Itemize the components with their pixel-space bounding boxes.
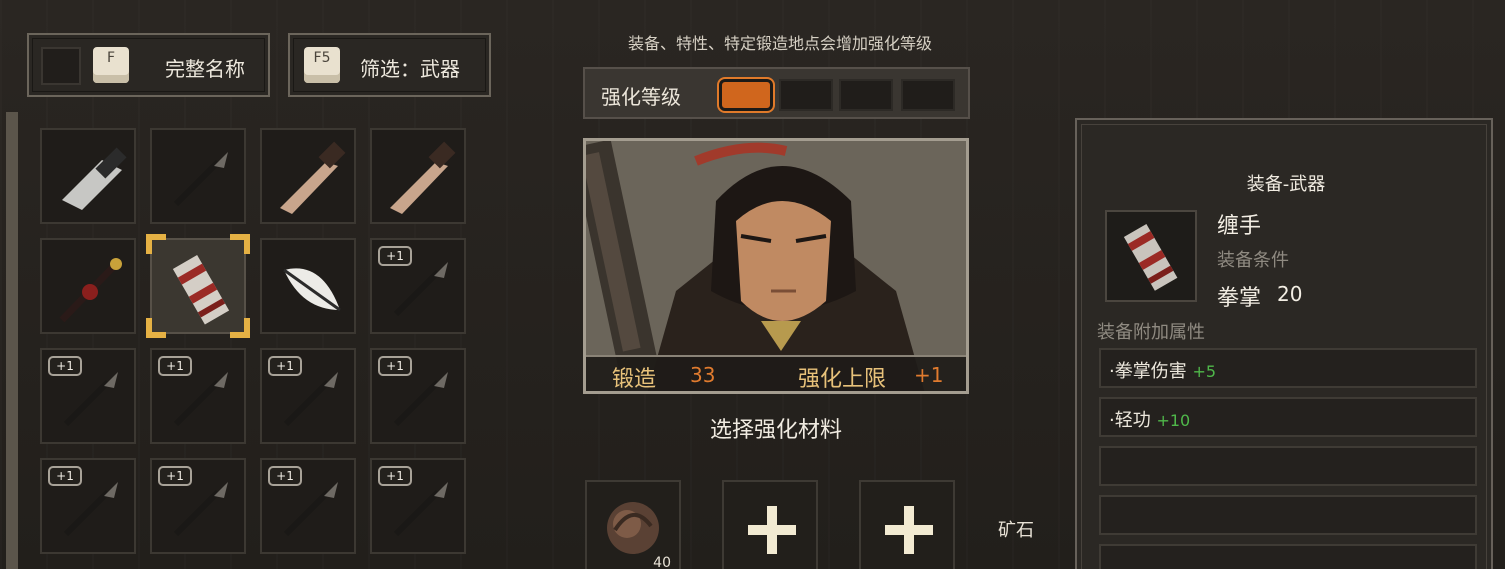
attribute-value: +5 <box>1192 362 1217 381</box>
full-name-toggle-button[interactable]: F 完整名称 <box>27 33 270 97</box>
enhance-badge: +1 <box>378 356 412 376</box>
dagger-icon <box>173 152 228 207</box>
material-slot[interactable]: 40 <box>585 480 681 569</box>
attribute-row: ·拳掌伤害 +5 <box>1099 348 1477 388</box>
key-f-icon: F <box>93 47 129 83</box>
enhance-badge: +1 <box>158 466 192 486</box>
inventory-slot[interactable] <box>146 234 250 338</box>
inventory-slot[interactable] <box>150 128 246 224</box>
forge-stats-bar: 锻造 33 强化上限 +1 <box>586 355 966 391</box>
selection-corner <box>146 234 166 254</box>
inventory-slot[interactable] <box>40 238 136 334</box>
inventory-slot[interactable] <box>370 128 466 224</box>
character-portrait: 锻造 33 强化上限 +1 <box>583 138 969 394</box>
attribute-name: ·轻功 <box>1109 410 1151 431</box>
filter-button[interactable]: F5 筛选：武器 <box>288 33 491 97</box>
level-pip <box>839 79 893 111</box>
level-pip <box>719 79 773 111</box>
level-pip <box>779 79 833 111</box>
filter-label: 筛选：武器 <box>360 57 460 81</box>
inventory-slot[interactable] <box>40 128 136 224</box>
wooden-sword-icon <box>280 141 346 214</box>
attribute-row-empty <box>1099 544 1477 569</box>
attribute-row-empty <box>1099 495 1477 535</box>
attribute-row: ·轻功 +10 <box>1099 397 1477 437</box>
inventory-slot[interactable]: +1 <box>40 348 136 444</box>
select-material-label: 选择强化材料 <box>709 418 842 443</box>
plus-icon <box>748 506 796 554</box>
inventory-slot[interactable]: +1 <box>370 348 466 444</box>
enhance-badge: +1 <box>378 466 412 486</box>
inventory-slot[interactable]: +1 <box>370 458 466 554</box>
level-pip <box>901 79 955 111</box>
attribute-name: ·拳掌伤害 <box>1109 361 1187 382</box>
equipment-category: 装备-武器 <box>1246 174 1326 195</box>
attribute-row-empty <box>1099 446 1477 486</box>
inventory-slot[interactable]: +1 <box>40 458 136 554</box>
forge-label: 锻造 <box>612 367 657 392</box>
equipment-info-panel: 装备-武器 缠手 装备条件 拳掌 20 装备附加属性 ·拳掌伤害 +5 ·轻功 … <box>1075 118 1493 569</box>
enhance-badge: +1 <box>268 356 302 376</box>
selection-corner <box>146 318 166 338</box>
item-stat-name: 拳掌 <box>1217 286 1262 311</box>
hand-wraps-icon <box>1123 224 1178 291</box>
attribute-value: +10 <box>1156 411 1191 430</box>
enhance-cap-value: +1 <box>914 363 944 387</box>
cleaver-icon <box>62 147 127 210</box>
forge-value: 33 <box>690 363 716 387</box>
enhance-badge: +1 <box>48 466 82 486</box>
enhance-hint: 装备、特性、特定锻造地点会增加强化等级 <box>627 34 932 53</box>
material-quantity: 40 <box>653 555 671 569</box>
enhance-badge: +1 <box>48 356 82 376</box>
ore-label: 矿石 <box>998 520 1034 541</box>
key-f5-icon: F5 <box>304 47 340 83</box>
bonus-attributes-title: 装备附加属性 <box>1097 322 1205 343</box>
inventory-slot[interactable] <box>260 238 356 334</box>
inventory-slot[interactable]: +1 <box>260 458 356 554</box>
selection-corner <box>230 234 250 254</box>
plus-icon <box>885 506 933 554</box>
selection-corner <box>230 318 250 338</box>
enhance-level-bar: 强化等级 <box>583 67 970 119</box>
inventory-slot[interactable]: +1 <box>150 458 246 554</box>
enhance-level-label: 强化等级 <box>601 85 681 109</box>
enhance-badge: +1 <box>158 356 192 376</box>
item-requirement-label: 装备条件 <box>1217 250 1289 271</box>
inventory-slot[interactable]: +1 <box>260 348 356 444</box>
leaf-blade-icon <box>283 268 341 312</box>
inventory-scrollbar[interactable] <box>6 112 18 569</box>
inventory-slot[interactable]: +1 <box>150 348 246 444</box>
full-name-label: 完整名称 <box>165 57 245 81</box>
add-material-slot[interactable] <box>722 480 818 569</box>
wooden-sword-icon <box>390 141 456 214</box>
item-stat-value: 20 <box>1277 282 1303 306</box>
bloody-staff-icon <box>59 258 122 323</box>
item-icon-box <box>1105 210 1197 302</box>
inventory-slot[interactable]: +1 <box>370 238 466 334</box>
item-name: 缠手 <box>1217 214 1262 239</box>
enhance-badge: +1 <box>268 466 302 486</box>
enhance-badge: +1 <box>378 246 412 266</box>
inventory-slot[interactable] <box>260 128 356 224</box>
checkbox[interactable] <box>41 47 81 85</box>
enhance-cap-label: 强化上限 <box>798 367 887 392</box>
add-material-slot[interactable] <box>859 480 955 569</box>
